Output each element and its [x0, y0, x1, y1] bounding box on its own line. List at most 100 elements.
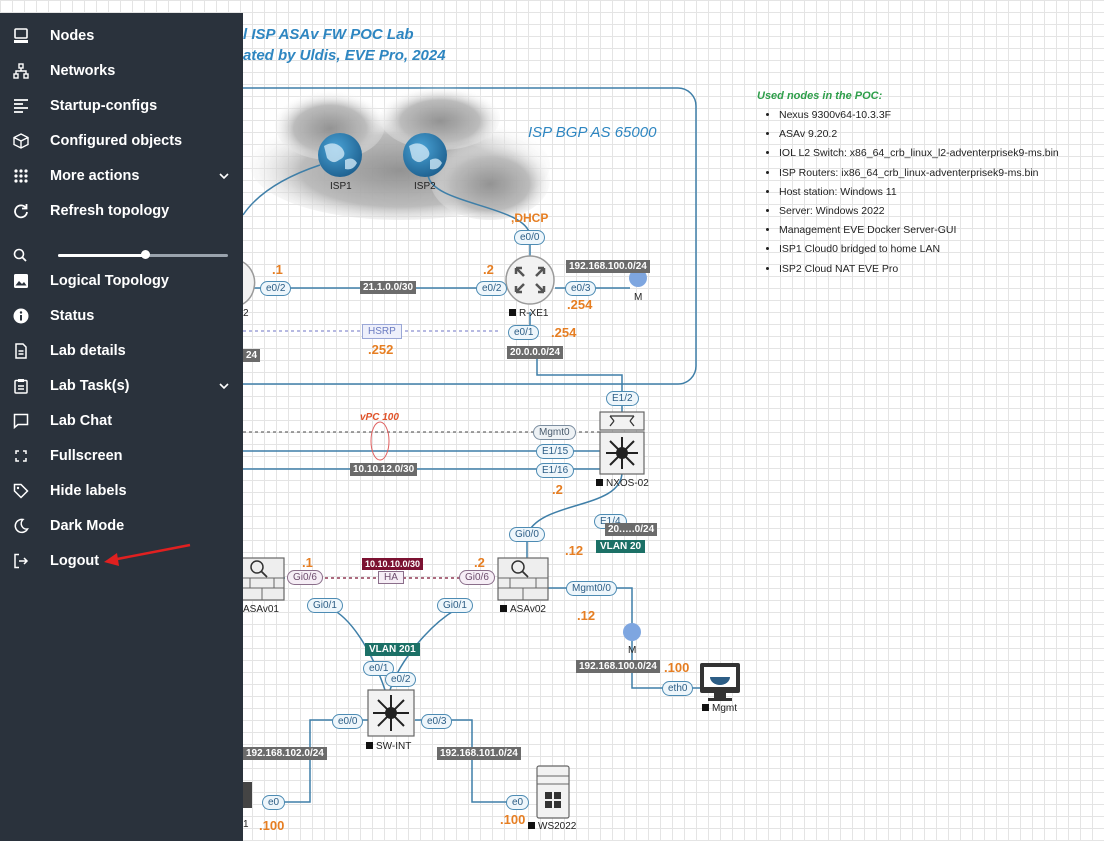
net-20-0-0-0: 20.0.0.0/24 [507, 346, 564, 359]
internet-cloud-shape [250, 86, 550, 220]
net-192-168-101-0: 192.168.101.0/24 [437, 747, 521, 760]
net-24-partial: 24 [243, 349, 261, 362]
iface-eth0-mgmt: eth0 [662, 681, 694, 696]
sidebar-item-fullscreen[interactable]: Fullscreen [0, 438, 243, 473]
ip-dot100-mgmt: .100 [664, 660, 690, 675]
sidebar-item-lab-details[interactable]: Lab details [0, 333, 243, 368]
sidebar-item-label: Configured objects [50, 132, 183, 149]
iface-e0-left-host: e0 [262, 795, 286, 810]
zoom-slider-thumb[interactable] [140, 250, 150, 259]
mgmt-monitor-icon [700, 663, 740, 701]
node-nxos02-label[interactable]: NXOS-02 [596, 478, 649, 489]
sidebar-item-networks[interactable]: Networks [0, 53, 243, 88]
ws2022-server-icon [536, 765, 570, 819]
sidebar-item-refresh-topology[interactable]: Refresh topology [0, 193, 243, 228]
node-asav02-label[interactable]: ASAv02 [500, 604, 546, 615]
ip-dot12-b: .12 [577, 608, 596, 623]
hsrp-label: HSRP [362, 324, 402, 339]
ip-dot100-left: .100 [259, 818, 285, 833]
fullscreen-icon [11, 446, 31, 466]
poc-note-item: Nexus 9300v64-10.3.3F [779, 106, 1059, 125]
zoom-slider-fill [58, 254, 145, 257]
iface-gi0-0: Gi0/0 [509, 527, 545, 542]
node-mgmt-cloud-top-label[interactable]: M [634, 292, 642, 303]
image-icon [11, 271, 31, 291]
dhcp-label: ,DHCP [511, 211, 549, 225]
net-10-10-12-0: 10.10.12.0/30 [350, 463, 418, 476]
iface-e1-2: E1/2 [606, 391, 639, 406]
node-left-host-label[interactable]: 1 [243, 819, 249, 830]
sidebar-item-label: Logical Topology [50, 272, 169, 289]
node-mgmt-label[interactable]: Mgmt [702, 703, 737, 714]
clipboard-icon [11, 376, 31, 396]
tag-icon [11, 481, 31, 501]
sidebar-item-label: Fullscreen [50, 447, 123, 464]
ip-dot2-rxe1: .2 [483, 262, 494, 277]
iface-e0-2-sw: e0/2 [385, 672, 417, 687]
sidebar-item-lab-chat[interactable]: Lab Chat [0, 403, 243, 438]
ip-dot252: .252 [368, 342, 394, 357]
sidebar-item-dark-mode[interactable]: Dark Mode [0, 508, 243, 543]
vlan-201-tag: VLAN 201 [365, 643, 420, 656]
sidebar-item-lab-tasks[interactable]: Lab Task(s) [0, 368, 243, 403]
asav02-firewall-icon [497, 557, 549, 601]
logout-icon [11, 551, 31, 571]
node-ws2022-label[interactable]: WS2022 [528, 821, 576, 832]
sidebar-item-configured-objects[interactable]: Configured objects [0, 123, 243, 158]
poc-note-item: ISP2 Cloud NAT EVE Pro [779, 260, 1059, 279]
configured-objects-icon [11, 131, 31, 151]
sidebar-item-label: Dark Mode [50, 517, 125, 534]
mgmt-cloud-bottom-icon [623, 623, 641, 641]
iface-gi0-1-asav02: Gi0/1 [437, 598, 473, 613]
sidebar-item-startup-configs[interactable]: Startup-configs [0, 88, 243, 123]
net-10-10-10-0: 10.10.10.0/30 [362, 558, 424, 570]
net-192-168-102-0: 192.168.102.0/24 [243, 747, 327, 760]
sidebar-item-label: Hide labels [50, 482, 127, 499]
chevron-down-icon [218, 379, 230, 397]
iface-e0-2-rxe1: e0/2 [476, 281, 508, 296]
node-asav01-label[interactable]: ASAv01 [243, 604, 279, 615]
sidebar-item-more-actions[interactable]: More actions [0, 158, 243, 193]
sidebar-item-label: Networks [50, 62, 116, 79]
poc-note-item: ASAv 9.20.2 [779, 125, 1059, 144]
ip-dot100-ws2022: .100 [500, 812, 526, 827]
iface-gi0-6-asav02: Gi0/6 [459, 570, 495, 585]
iface-gi0-1-asav01: Gi0/1 [307, 598, 343, 613]
node-sw-int-label[interactable]: SW-INT [366, 741, 411, 752]
iface-e0-3-sw: e0/3 [421, 714, 453, 729]
isp1-globe-icon [318, 133, 362, 177]
poc-note-item: IOL L2 Switch: x86_64_crb_linux_l2-adven… [779, 144, 1059, 163]
sidebar-item-nodes[interactable]: Nodes [0, 18, 243, 53]
poc-notes-heading: Used nodes in the POC: [757, 90, 883, 102]
node-mgmt-cloud-bottom-label[interactable]: M [628, 645, 636, 656]
node-isp1-label[interactable]: ISP1 [330, 181, 352, 192]
nxos02-switch-icon [599, 411, 645, 475]
node-left-router-label[interactable]: 2 [243, 308, 249, 319]
iface-e0-2-left: e0/2 [260, 281, 292, 296]
sidebar-item-label: Nodes [50, 27, 95, 44]
net-192-168-100-bottom: 192.168.100.0/24 [576, 660, 660, 673]
iface-e0-3-rxe1: e0/3 [565, 281, 597, 296]
ip-dot2-asav02: .2 [474, 555, 485, 570]
router-rxe1-icon [505, 255, 555, 305]
sidebar-item-status[interactable]: Status [0, 298, 243, 333]
sidebar-item-label: More actions [50, 167, 140, 184]
vlan-20-tag: VLAN 20 [596, 540, 646, 553]
isp-zone-title: ISP BGP AS 65000 [528, 124, 657, 141]
moon-icon [11, 516, 31, 536]
sidebar-item-label: Logout [50, 552, 100, 569]
iface-e0-ws2022: e0 [506, 795, 530, 810]
sidebar-item-logout[interactable]: Logout [0, 543, 243, 578]
sidebar-item-label: Lab Chat [50, 412, 113, 429]
document-icon [11, 341, 31, 361]
iface-e1-16: E1/16 [536, 463, 575, 478]
sidebar-menu: Nodes Networks Startup-configs Configure… [0, 13, 243, 841]
sidebar-item-label: Refresh topology [50, 202, 170, 219]
sidebar-item-label: Startup-configs [50, 97, 158, 114]
sidebar-item-hide-labels[interactable]: Hide labels [0, 473, 243, 508]
iface-mgmt0-0: Mgmt0/0 [566, 581, 617, 596]
node-rxe1-label[interactable]: R-XE1 [509, 308, 548, 319]
sidebar-item-logical-topology[interactable]: Logical Topology [0, 263, 243, 298]
info-icon [11, 306, 31, 326]
node-isp2-label[interactable]: ISP2 [414, 181, 436, 192]
